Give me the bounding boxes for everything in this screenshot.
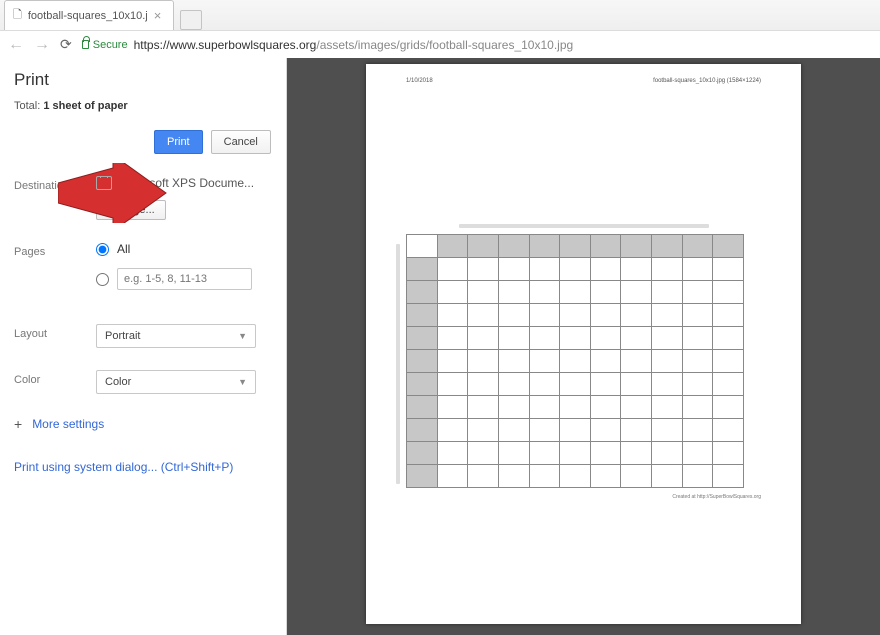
pages-range-radio[interactable] [96, 273, 109, 286]
printer-icon [96, 176, 112, 190]
team-top-label [459, 224, 709, 228]
preview-page: 1/10/2018 football-squares_10x10.jpg (15… [366, 64, 801, 624]
pages-all-radio[interactable] [96, 243, 109, 256]
secure-indicator: Secure [82, 39, 128, 51]
plus-icon: + [14, 416, 22, 432]
new-tab-button[interactable] [180, 10, 202, 30]
preview-filename: football-squares_10x10.jpg (1584×1224) [653, 78, 761, 84]
url-text: https://www.superbowlsquares.org/assets/… [134, 38, 574, 52]
browser-toolbar: ← → ⟳ Secure https://www.superbowlsquare… [0, 30, 880, 58]
browser-tab[interactable]: 🗋 football-squares_10x10.j × [4, 0, 174, 30]
change-destination-button[interactable]: Change... [96, 200, 166, 220]
secure-label: Secure [93, 39, 128, 51]
reload-button[interactable]: ⟳ [60, 36, 72, 53]
address-bar[interactable]: Secure https://www.superbowlsquares.org/… [82, 38, 872, 52]
lock-icon [82, 40, 89, 49]
layout-label: Layout [14, 324, 96, 340]
preview-credit: Created at http://SuperBowlSquares.org [406, 494, 761, 500]
destination-value: Microsoft XPS Docume... [96, 176, 272, 190]
print-total: Total: 1 sheet of paper [14, 100, 272, 112]
print-title: Print [14, 70, 272, 90]
football-squares-grid [406, 234, 744, 488]
close-icon[interactable]: × [154, 9, 162, 22]
tab-strip: 🗋 football-squares_10x10.j × [0, 0, 880, 30]
forward-button: → [34, 36, 50, 54]
print-preview-area: 1/10/2018 football-squares_10x10.jpg (15… [287, 58, 880, 635]
more-settings[interactable]: + More settings [14, 416, 272, 432]
cancel-button[interactable]: Cancel [211, 130, 271, 154]
chevron-down-icon: ▼ [238, 377, 247, 387]
color-label: Color [14, 370, 96, 386]
page-icon: 🗋 [13, 6, 22, 25]
team-left-label [396, 244, 400, 484]
color-select[interactable]: Color ▼ [96, 370, 256, 394]
back-button[interactable]: ← [8, 36, 24, 54]
chevron-down-icon: ▼ [238, 331, 247, 341]
pages-range-input[interactable] [117, 268, 252, 290]
tab-title: football-squares_10x10.j [28, 10, 148, 22]
pages-all-label: All [117, 242, 130, 256]
print-panel: Print Total: 1 sheet of paper Print Canc… [0, 58, 287, 635]
preview-date: 1/10/2018 [406, 78, 433, 84]
print-button[interactable]: Print [154, 130, 203, 154]
pages-label: Pages [14, 242, 96, 258]
layout-select[interactable]: Portrait ▼ [96, 324, 256, 348]
print-actions: Print Cancel [14, 130, 272, 154]
destination-label: Destination [14, 176, 96, 192]
browser-chrome: 🗋 football-squares_10x10.j × ← → ⟳ Secur… [0, 0, 880, 58]
system-dialog-link[interactable]: Print using system dialog... (Ctrl+Shift… [14, 460, 272, 474]
